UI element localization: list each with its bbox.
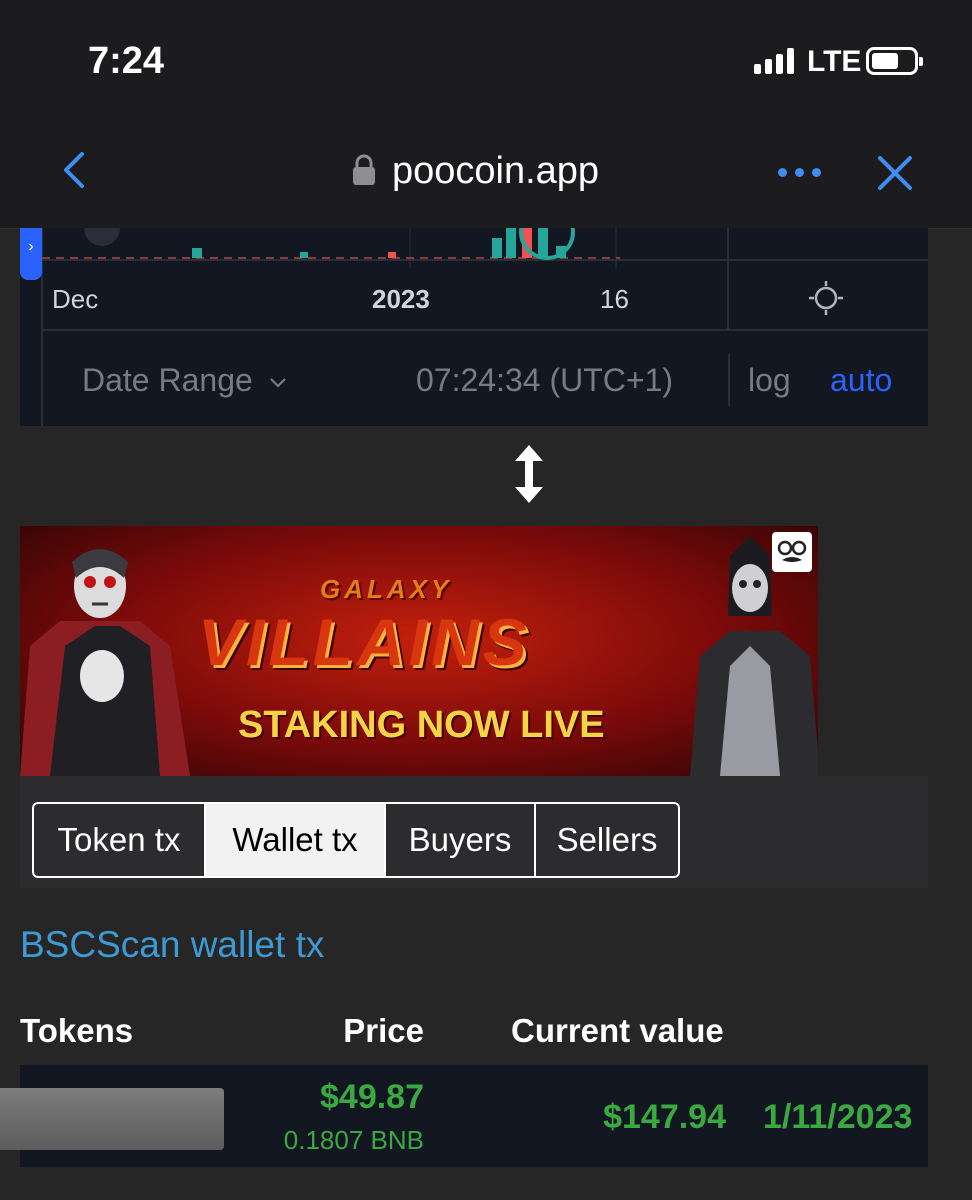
toolbar-divider	[728, 354, 730, 406]
tab-buyers[interactable]: Buyers	[386, 804, 536, 876]
redacted-token-name	[0, 1088, 224, 1150]
bscscan-wallet-tx-link[interactable]: BSCScan wallet tx	[20, 924, 324, 966]
row-current-value: $147.94	[603, 1098, 726, 1136]
browser-toolbar: poocoin.app	[0, 110, 972, 229]
date-range-label: Date Range	[82, 362, 253, 398]
tab-sellers[interactable]: Sellers	[536, 804, 678, 876]
tx-tab-strip: Token tx Wallet tx Buyers Sellers	[20, 776, 928, 888]
settings-sun-icon[interactable]	[808, 280, 844, 316]
axis-label-dec: Dec	[52, 284, 99, 314]
auto-scale-toggle[interactable]: auto	[830, 362, 892, 399]
col-header-current-value: Current value	[511, 1012, 724, 1049]
status-bar: 7:24 LTE	[0, 0, 972, 110]
battery-icon	[866, 47, 923, 75]
log-scale-toggle[interactable]: log	[748, 362, 791, 399]
axis-label-2023: 2023	[372, 284, 430, 314]
col-header-price: Price	[343, 1012, 424, 1049]
signal-icon	[754, 48, 794, 74]
back-icon[interactable]	[58, 150, 94, 190]
date-range-dropdown[interactable]: Date Range	[82, 362, 288, 399]
banner-title: VILLAINS	[198, 605, 531, 679]
banner-small-text: GALAXY	[320, 574, 453, 604]
tab-token-tx[interactable]: Token tx	[34, 804, 206, 876]
lock-icon	[353, 154, 375, 185]
network-label: LTE	[807, 45, 862, 78]
resize-handle-icon[interactable]	[512, 443, 546, 505]
close-icon[interactable]	[876, 154, 914, 192]
ad-banner[interactable]: GALAXY VILLAINS STAKING NOW LIVE	[20, 526, 818, 776]
tab-wallet-tx[interactable]: Wallet tx	[206, 804, 386, 876]
ad-choices-icon[interactable]	[772, 532, 812, 572]
row-price-usd: $49.87	[320, 1078, 424, 1116]
banner-subtitle: STAKING NOW LIVE	[238, 704, 605, 746]
tx-tabs: Token tx Wallet tx Buyers Sellers	[32, 802, 680, 878]
row-price-bnb: 0.1807 BNB	[283, 1125, 424, 1155]
status-time: 7:24	[88, 40, 165, 82]
chart-clock: 07:24:34 (UTC+1)	[416, 362, 674, 398]
col-header-tokens: Tokens	[20, 1012, 134, 1049]
more-options-icon[interactable]	[778, 168, 821, 177]
chevron-down-icon	[269, 377, 286, 388]
villain-character-left	[20, 549, 190, 776]
url-text[interactable]: poocoin.app	[392, 150, 599, 193]
price-chart[interactable]: › Dec 2023 16 Date Range 07:24:34 (UTC+1…	[20, 228, 928, 426]
chart-sidebar-toggle[interactable]: ›	[20, 228, 42, 280]
row-date: 1/11/2023	[763, 1098, 913, 1136]
axis-label-16: 16	[600, 284, 629, 314]
